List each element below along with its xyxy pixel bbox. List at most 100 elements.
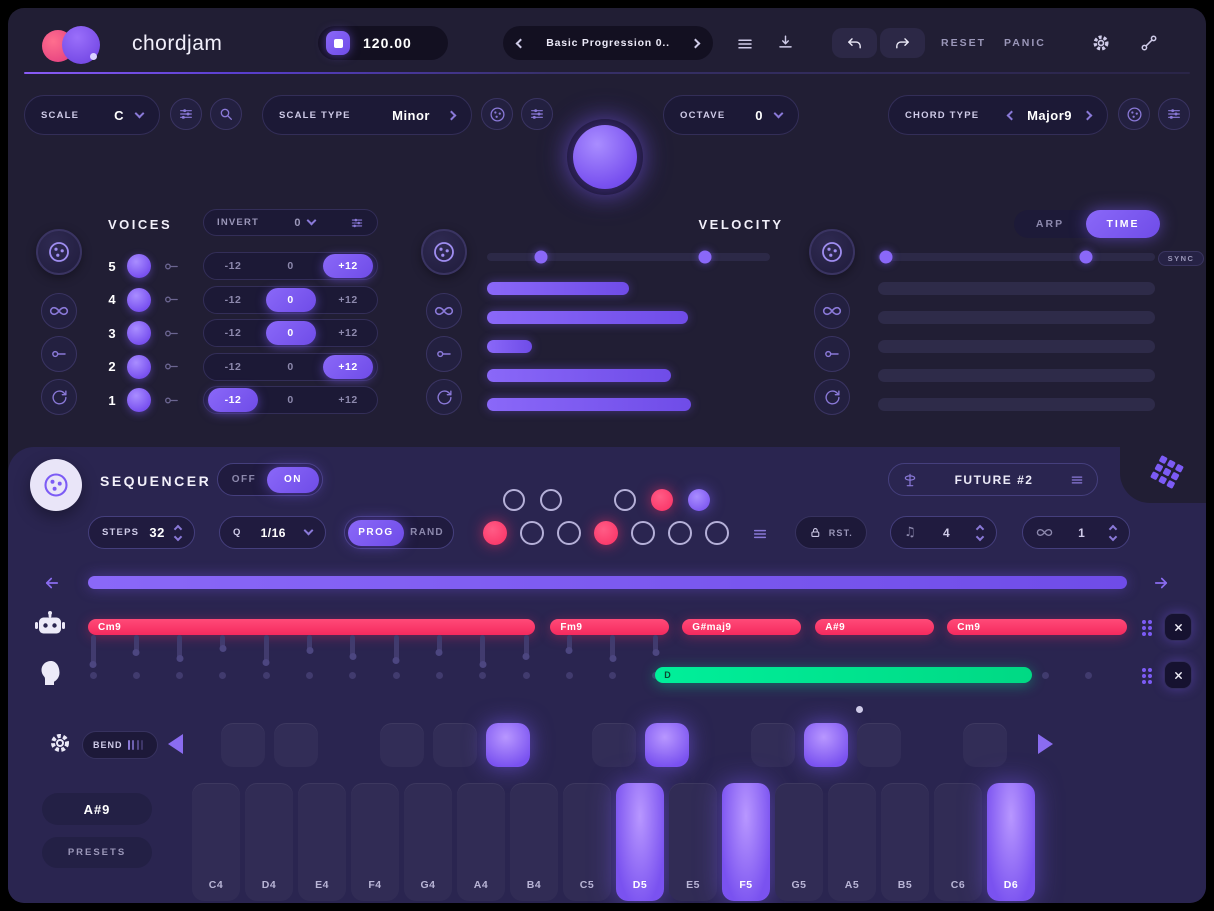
step-rows-menu-icon[interactable] — [752, 526, 768, 542]
white-key-B5[interactable]: B5 — [881, 783, 929, 901]
time-randomize-knob[interactable] — [809, 229, 855, 275]
prog-option[interactable]: PROG — [348, 519, 404, 546]
arp-time-toggle[interactable]: ARP TIME — [1014, 210, 1160, 238]
preset-selector[interactable]: Basic Progression 0.. — [503, 26, 713, 60]
loop-count-stepper[interactable]: 1 — [1022, 516, 1130, 549]
midi-patch-icon[interactable] — [1139, 33, 1159, 53]
white-key-D6[interactable]: D6 — [987, 783, 1035, 901]
quantize-value[interactable]: 1/16 — [261, 526, 286, 540]
time-link-button[interactable] — [814, 336, 850, 372]
velocity-infinity-button[interactable] — [426, 293, 462, 329]
note-division-stepper[interactable]: ♫ 4 — [890, 516, 997, 549]
chevron-left-icon[interactable] — [1006, 110, 1017, 120]
steps-stepper[interactable]: STEPS 32 — [88, 516, 195, 549]
seq-step-empty[interactable] — [540, 489, 562, 511]
chevron-down-icon[interactable] — [134, 108, 145, 118]
off-option[interactable]: OFF — [221, 474, 267, 485]
octave-option[interactable]: +12 — [323, 321, 373, 345]
octave-option[interactable]: -12 — [208, 288, 258, 312]
chord-velocity-slider[interactable] — [436, 635, 442, 653]
black-key-F#5[interactable] — [750, 723, 795, 767]
chevron-down-icon[interactable] — [306, 215, 317, 226]
white-key-C6[interactable]: C6 — [934, 783, 982, 901]
quantize-selector[interactable]: Q 1/16 — [219, 516, 326, 549]
velocity-bar[interactable] — [487, 282, 770, 295]
chord-velocity-slider[interactable] — [263, 635, 269, 663]
octave-option[interactable]: -12 — [208, 355, 258, 379]
white-key-F4[interactable]: F4 — [351, 783, 399, 901]
chord-velocity-slider[interactable] — [523, 635, 529, 657]
link-icon[interactable] — [163, 291, 183, 308]
sequencer-randomize-button[interactable] — [30, 459, 82, 511]
chord-track-clear-button[interactable] — [1164, 613, 1192, 641]
black-key-C#5[interactable] — [591, 723, 636, 767]
reset-button[interactable]: RESET — [941, 37, 986, 49]
chord-velocity-slider[interactable] — [480, 635, 486, 665]
chord-clip[interactable]: G#maj9 — [682, 619, 801, 635]
seq-step-pink[interactable] — [594, 521, 618, 545]
menu-icon[interactable] — [736, 35, 754, 53]
octave-option[interactable]: +12 — [323, 254, 373, 278]
note-step-dot[interactable] — [349, 671, 357, 679]
settings-gear-icon[interactable] — [1091, 33, 1111, 53]
note-track-clear-button[interactable] — [1164, 661, 1192, 689]
sequencer-preset-selector[interactable]: FUTURE #2 — [888, 463, 1098, 496]
velocity-range-handle[interactable] — [698, 250, 712, 264]
chord-velocity-slider[interactable] — [566, 635, 572, 651]
undo-button[interactable] — [832, 28, 877, 58]
preset-next-icon[interactable] — [690, 38, 701, 48]
velocity-bar[interactable] — [487, 398, 770, 411]
sequencer-position-bar[interactable] — [88, 576, 1127, 589]
voices-randomize-knob[interactable] — [36, 229, 82, 275]
octave-value[interactable]: 0 — [755, 108, 763, 123]
bpm-control[interactable]: 120.00 — [318, 26, 448, 60]
time-range-handle[interactable] — [879, 250, 893, 264]
velocity-bar[interactable] — [487, 340, 770, 353]
white-key-C4[interactable]: C4 — [192, 783, 240, 901]
prog-rand-toggle[interactable]: PROG RAND — [344, 516, 454, 549]
keyboard-settings-gear-icon[interactable] — [48, 731, 72, 755]
chevron-down-icon[interactable] — [773, 108, 784, 118]
note-division-value[interactable]: 4 — [943, 526, 950, 540]
seq-step-empty[interactable] — [557, 521, 581, 545]
note-clip[interactable]: D — [655, 667, 1033, 683]
keyboard-scroll-right-button[interactable] — [1038, 734, 1053, 754]
octave-option[interactable]: 0 — [266, 254, 316, 278]
time-bar[interactable] — [878, 340, 1155, 353]
white-key-A5[interactable]: A5 — [828, 783, 876, 901]
velocity-link-button[interactable] — [426, 336, 462, 372]
stepper-arrows-icon[interactable] — [1108, 524, 1118, 541]
voices-infinity-button[interactable] — [41, 293, 77, 329]
menu-icon[interactable] — [1070, 473, 1084, 487]
time-bar[interactable] — [878, 369, 1155, 382]
link-icon[interactable] — [163, 325, 183, 342]
time-range-slider[interactable] — [878, 250, 1155, 264]
download-icon[interactable] — [776, 33, 795, 52]
octave-option[interactable]: +12 — [323, 288, 373, 312]
reset-steps-button[interactable]: RST. — [795, 516, 867, 549]
time-bar[interactable] — [878, 398, 1155, 411]
seq-step-empty[interactable] — [631, 521, 655, 545]
black-key-D#4[interactable] — [273, 723, 318, 767]
chord-type-settings-button[interactable] — [1158, 98, 1190, 130]
time-infinity-button[interactable] — [814, 293, 850, 329]
chord-type-selector[interactable]: CHORD TYPE Major9 — [888, 95, 1108, 135]
velocity-bar[interactable] — [487, 369, 770, 382]
chord-velocity-slider[interactable] — [610, 635, 616, 659]
scale-type-settings-button[interactable] — [521, 98, 553, 130]
black-key-C#4[interactable] — [220, 723, 265, 767]
drag-grip-icon[interactable] — [1140, 666, 1154, 686]
note-step-dot[interactable] — [609, 671, 617, 679]
robot-chord-track-icon[interactable] — [34, 610, 66, 640]
voice-toggle[interactable] — [127, 354, 151, 379]
note-step-dot[interactable] — [522, 671, 530, 679]
chord-type-value[interactable]: Major9 — [1027, 108, 1072, 123]
bpm-value[interactable]: 120.00 — [363, 35, 412, 51]
time-bar[interactable] — [878, 282, 1155, 295]
voices-link-button[interactable] — [41, 336, 77, 372]
steps-value[interactable]: 32 — [149, 525, 164, 540]
white-key-E4[interactable]: E4 — [298, 783, 346, 901]
preset-name[interactable]: Basic Progression 0.. — [546, 37, 670, 49]
note-step-dot[interactable] — [132, 671, 140, 679]
black-key-C#6[interactable] — [962, 723, 1007, 767]
